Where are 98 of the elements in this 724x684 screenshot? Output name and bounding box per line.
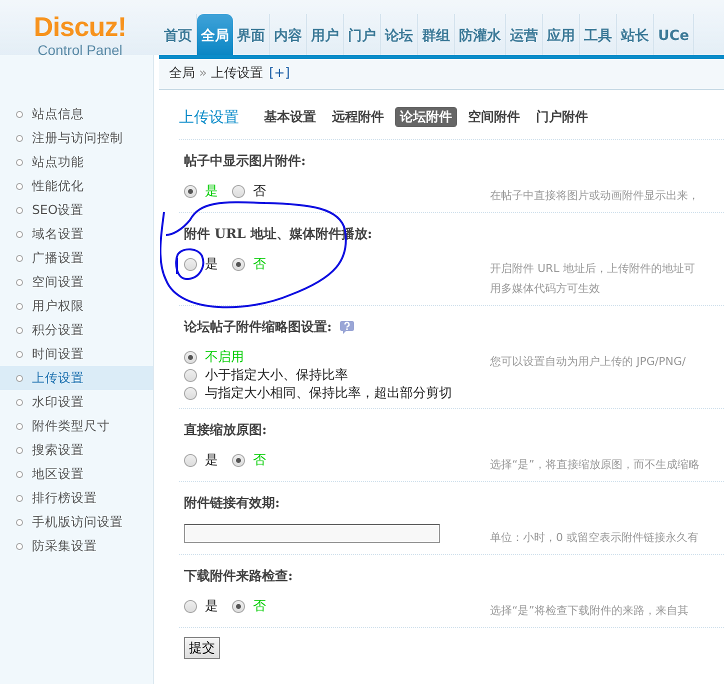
sidebar-item[interactable]: 用户权限 [0, 294, 153, 318]
page-title: 上传设置 [179, 108, 239, 126]
breadcrumb-link[interactable]: 全局 [169, 66, 195, 81]
radio-button[interactable] [232, 600, 245, 612]
logo-text: Discuz! [32, 12, 128, 42]
breadcrumb-separator: » [199, 66, 207, 81]
nav-tab[interactable]: UCe [654, 14, 694, 55]
nav-tab[interactable]: 应用 [543, 14, 580, 55]
radio-button[interactable] [184, 386, 197, 400]
bullet-icon [16, 350, 23, 358]
hint-text: 选择“是”将检查下载附件的来路，来自其 [490, 603, 688, 619]
submit-button[interactable]: 提交 [184, 637, 220, 659]
sidebar-item[interactable]: 性能优化 [0, 174, 153, 198]
sidebar-item[interactable]: 上传设置 [0, 366, 153, 390]
nav-tab[interactable]: 门户 [344, 14, 381, 55]
setting-label: 直接缩放原图: [184, 422, 267, 439]
option-label: 与指定大小相同、保持比率，超出部分剪切 [205, 385, 452, 402]
sidebar-item[interactable]: 站点信息 [0, 102, 153, 126]
sidebar-item[interactable]: 排行榜设置 [0, 486, 153, 510]
sub-tab[interactable]: 空间附件 [463, 107, 525, 127]
bullet-icon [16, 446, 23, 454]
sub-tab[interactable]: 门户附件 [531, 107, 593, 127]
bullet-icon [16, 134, 23, 142]
sidebar-item[interactable]: SEO设置 [0, 198, 153, 222]
bullet-icon [16, 374, 23, 382]
nav-tab[interactable]: 站长 [617, 14, 654, 55]
sidebar-item[interactable]: 空间设置 [0, 270, 153, 294]
radio-button[interactable] [232, 258, 245, 270]
nav-tab[interactable]: 界面 [233, 14, 270, 55]
sidebar-item[interactable]: 防采集设置 [0, 534, 153, 558]
bullet-icon [16, 302, 23, 310]
hint-text: 在帖子中直接将图片或动画附件显示出来， [490, 188, 699, 204]
radio-button[interactable] [232, 454, 245, 466]
setting-label: 论坛帖子附件缩略图设置: [184, 318, 332, 336]
nav-tab[interactable]: 群组 [418, 14, 455, 55]
sidebar-item[interactable]: 广播设置 [0, 246, 153, 270]
sidebar-item[interactable]: 附件类型尺寸 [0, 414, 153, 438]
bullet-icon [16, 518, 23, 526]
sidebar-item[interactable]: 积分设置 [0, 318, 153, 342]
sidebar-item[interactable]: 站点功能 [0, 150, 153, 174]
setting-label: 帖子中显示图片附件: [184, 153, 306, 170]
bullet-icon [16, 110, 23, 118]
radio-button[interactable] [184, 350, 197, 364]
bullet-icon [16, 206, 23, 214]
bullet-icon [16, 542, 23, 550]
bullet-icon [16, 158, 23, 166]
sidebar-item[interactable]: 搜索设置 [0, 438, 153, 462]
sub-tab[interactable]: 远程附件 [327, 107, 389, 127]
text-field[interactable] [184, 524, 440, 543]
sidebar-item[interactable]: 域名设置 [0, 222, 153, 246]
hint-text: 单位：小时，0 或留空表示附件链接永久有 [490, 530, 698, 546]
radio-button[interactable] [184, 454, 197, 466]
help-icon[interactable] [340, 320, 354, 334]
bullet-icon [16, 470, 23, 478]
nav-tab[interactable]: 内容 [270, 14, 307, 55]
option-label: 是 [205, 183, 218, 200]
add-link[interactable]: [+] [268, 66, 290, 81]
bullet-icon [16, 254, 23, 262]
option-label: 否 [253, 598, 266, 615]
bullet-icon [16, 398, 23, 406]
sidebar-item[interactable]: 水印设置 [0, 390, 153, 414]
bullet-icon [16, 278, 23, 286]
radio-button[interactable] [184, 600, 197, 612]
bullet-icon [16, 422, 23, 430]
setting-label: 附件链接有效期: [184, 494, 280, 512]
nav-tab[interactable]: 运营 [506, 14, 543, 55]
bullet-icon [16, 326, 23, 334]
hint-text: 开启附件 URL 地址后，上传附件的地址可 用多媒体代码方可生效 [490, 261, 695, 297]
option-label: 是 [205, 452, 218, 469]
radio-button[interactable] [184, 368, 197, 382]
nav-tab[interactable]: 论坛 [381, 14, 418, 55]
option-label: 否 [253, 256, 266, 273]
sidebar-item[interactable]: 时间设置 [0, 342, 153, 366]
bullet-icon [16, 494, 23, 502]
bullet-icon [16, 182, 23, 190]
bullet-icon [16, 230, 23, 238]
sub-tab[interactable]: 论坛附件 [395, 107, 457, 127]
nav-tab[interactable]: 防灌水 [455, 14, 506, 55]
breadcrumb-link[interactable]: 上传设置 [210, 66, 263, 81]
sidebar-item[interactable]: 手机版访问设置 [0, 510, 153, 534]
radio-button[interactable] [184, 184, 197, 198]
logo-subtitle: Control Panel [36, 42, 124, 58]
radio-button[interactable] [184, 258, 197, 270]
setting-label: 下载附件来路检查: [184, 568, 293, 585]
hint-text: 选择“是”，将直接缩放原图，而不生成缩略 [490, 457, 700, 473]
nav-tab[interactable]: 工具 [580, 14, 617, 55]
nav-tab[interactable]: 用户 [307, 14, 344, 55]
radio-button[interactable] [232, 184, 245, 198]
option-label: 小于指定大小、保持比率 [205, 367, 348, 384]
option-label: 否 [253, 452, 266, 469]
option-label: 是 [205, 598, 218, 615]
option-label: 不启用 [205, 349, 244, 366]
sub-tab[interactable]: 基本设置 [259, 107, 321, 127]
hint-text: 您可以设置自动为用户上传的 JPG/PNG/ [490, 354, 686, 370]
option-label: 是 [205, 256, 218, 273]
option-label: 否 [253, 183, 266, 200]
sidebar-item[interactable]: 注册与访问控制 [0, 126, 153, 150]
sidebar-item[interactable]: 地区设置 [0, 462, 153, 486]
